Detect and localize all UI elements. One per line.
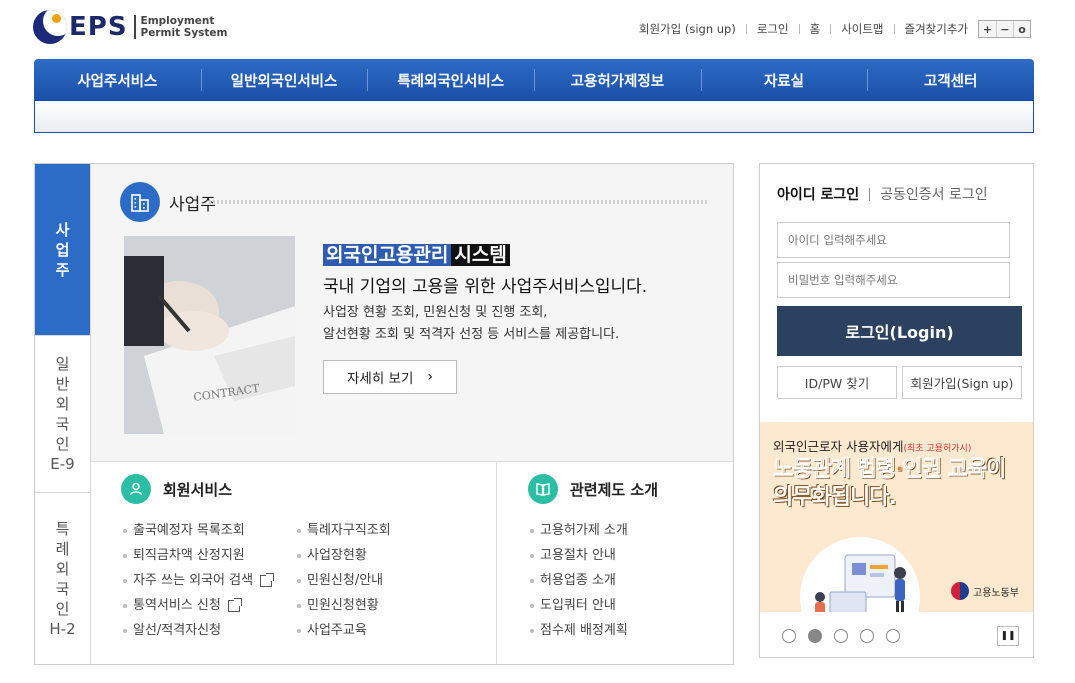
list-item[interactable]: 허용업종 소개 — [530, 568, 628, 593]
slide-dot-4[interactable] — [860, 629, 874, 643]
list-item[interactable]: 민원신청/안내 — [297, 568, 391, 593]
logo-mark-icon — [33, 10, 67, 44]
divider — [893, 24, 895, 34]
tab-employer[interactable]: 사업주 — [35, 164, 90, 336]
user-type-tabs: 사업주 일반외국인 E-9 특례외국인 H-2 — [35, 164, 91, 664]
banner-illustration — [800, 537, 920, 612]
external-link-icon — [260, 572, 275, 587]
zoom-controls: + − o — [978, 20, 1031, 38]
page: EPS Employment Permit System 회원가입 (sign … — [0, 0, 1075, 683]
sub-nav-bar — [34, 101, 1034, 133]
eps-logo[interactable]: EPS Employment Permit System — [33, 10, 228, 44]
dotted-divider — [209, 200, 709, 204]
member-service-list-1: 출국예정자 목록조회 퇴직금차액 산정지원 자주 쓰는 외국어 검색 통역서비스… — [123, 518, 275, 643]
divider — [745, 24, 747, 34]
chevron-right-icon: › — [427, 369, 433, 385]
utility-links: 회원가입 (sign up) 로그인 홈 사이트맵 즐겨찾기추가 + − o — [639, 20, 1031, 38]
feature-subheadline: 국내 기업의 고용을 위한 사업주서비스입니다. — [323, 277, 648, 297]
feature-headline: 외국인고용관리 시스템 — [323, 240, 510, 267]
id-input[interactable]: 아이디 입력해주세요 — [777, 222, 1010, 258]
banner-top-text: 외국인근로자 사용자에게(최초 고용허가시) — [773, 439, 972, 454]
signup-button[interactable]: 회원가입(Sign up) — [902, 366, 1022, 399]
external-link-icon — [227, 597, 242, 612]
list-item[interactable]: 퇴직금차액 산정지원 — [123, 543, 272, 568]
ministry-logo: 고용노동부 — [951, 582, 1019, 600]
ministry-emblem-icon — [951, 582, 969, 600]
nav-special-foreigner-service[interactable]: 특례외국인서비스 — [367, 59, 534, 101]
book-icon — [528, 474, 558, 504]
nav-customer-center[interactable]: 고객센터 — [867, 59, 1034, 101]
list-item[interactable]: 자주 쓰는 외국어 검색 — [123, 568, 275, 593]
util-sitemap-link[interactable]: 사이트맵 — [841, 21, 883, 37]
pause-button[interactable]: ❚❚ — [997, 626, 1019, 646]
list-item[interactable]: 통역서비스 신청 — [123, 593, 272, 618]
related-system-title: 관련제도 소개 — [570, 480, 659, 499]
contract-photo: CONTRACT — [124, 236, 295, 434]
nav-general-foreigner-service[interactable]: 일반외국인서비스 — [200, 59, 368, 101]
list-item[interactable]: 출국예정자 목록조회 — [123, 518, 272, 543]
member-service-title: 회원서비스 — [163, 480, 233, 499]
logo-subtitle: Employment Permit System — [133, 15, 228, 39]
main-nav: 사업주서비스 일반외국인서비스 특례외국인서비스 고용허가제정보 자료실 고객센… — [34, 59, 1034, 101]
tab-general-foreigner[interactable]: 일반외국인 E-9 — [35, 336, 90, 493]
util-login-link[interactable]: 로그인 — [757, 21, 789, 37]
nav-employer-service[interactable]: 사업주서비스 — [34, 59, 201, 101]
zoom-in-button[interactable]: + — [979, 21, 996, 37]
slide-dot-1[interactable] — [782, 629, 796, 643]
service-panel: 사업주 일반외국인 E-9 특례외국인 H-2 사업주 CONTRACT 외국인… — [34, 163, 734, 665]
tab-id-login[interactable]: 아이디 로그인 — [777, 184, 859, 204]
zoom-reset-button[interactable]: o — [1013, 21, 1030, 37]
tab-special-foreigner[interactable]: 특례외국인 H-2 — [35, 493, 90, 664]
member-service-list-2: 특례자구직조회 사업장현황 민원신청/안내 민원신청현황 사업주교육 — [297, 518, 391, 643]
logo-text: EPS — [69, 12, 128, 42]
slide-dot-3[interactable] — [834, 629, 848, 643]
util-home-link[interactable]: 홈 — [810, 21, 821, 37]
divider — [830, 24, 832, 34]
divider — [869, 187, 871, 201]
login-button[interactable]: 로그인(Login) — [777, 306, 1022, 356]
slide-dot-5[interactable] — [886, 629, 900, 643]
util-signup-link[interactable]: 회원가입 (sign up) — [639, 21, 736, 37]
nav-resources[interactable]: 자료실 — [700, 59, 868, 101]
member-service-section: 회원서비스 출국예정자 목록조회 퇴직금차액 산정지원 자주 쓰는 외국어 검색… — [91, 462, 497, 664]
more-details-button[interactable]: 자세히 보기 › — [323, 360, 457, 394]
slide-dot-2[interactable] — [808, 629, 822, 643]
employer-feature: 사업주 CONTRACT 외국인고용관리 시스템 국내 기업의 고용을 위한 사업… — [91, 164, 733, 462]
nav-eps-info[interactable]: 고용허가제정보 — [534, 59, 701, 101]
list-item[interactable]: 민원신청현황 — [297, 593, 391, 618]
list-item[interactable]: 점수제 배정계획 — [530, 618, 628, 643]
util-bookmark-link[interactable]: 즐겨찾기추가 — [905, 21, 968, 37]
building-icon — [120, 182, 160, 222]
list-item[interactable]: 알선/적격자신청 — [123, 618, 272, 643]
tab-cert-login[interactable]: 공동인증서 로그인 — [880, 184, 988, 204]
list-item[interactable]: 도입쿼터 안내 — [530, 593, 628, 618]
list-item[interactable]: 사업주교육 — [297, 618, 391, 643]
find-id-pw-button[interactable]: ID/PW 찾기 — [777, 366, 897, 399]
related-system-section: 관련제도 소개 고용허가제 소개 고용절차 안내 허용업종 소개 도입쿼터 안내… — [497, 462, 733, 664]
password-input[interactable]: 비밀번호 입력해주세요 — [777, 262, 1010, 298]
banner-headline: 노동관계 법령·인권 교육이 의무화됩니다. — [773, 457, 1007, 510]
pause-icon: ❚❚ — [1000, 631, 1016, 641]
list-item[interactable]: 고용절차 안내 — [530, 543, 628, 568]
zoom-out-button[interactable]: − — [996, 21, 1013, 37]
notice-banner[interactable]: 외국인근로자 사용자에게(최초 고용허가시) 노동관계 법령·인권 교육이 의무… — [760, 422, 1033, 612]
user-icon — [121, 474, 151, 504]
divider — [798, 24, 800, 34]
list-item[interactable]: 사업장현황 — [297, 543, 391, 568]
list-item[interactable]: 특례자구직조회 — [297, 518, 391, 543]
login-panel: 아이디 로그인 공동인증서 로그인 아이디 입력해주세요 비밀번호 입력해주세요… — [759, 163, 1034, 658]
related-system-list: 고용허가제 소개 고용절차 안내 허용업종 소개 도입쿼터 안내 점수제 배정계… — [530, 518, 628, 643]
list-item[interactable]: 고용허가제 소개 — [530, 518, 628, 543]
feature-description: 사업장 현황 조회, 민원신청 및 진행 조회, 알선현황 조회 및 적격자 선… — [323, 305, 620, 342]
banner-pagination — [782, 629, 912, 643]
login-tabs: 아이디 로그인 공동인증서 로그인 — [777, 184, 988, 204]
